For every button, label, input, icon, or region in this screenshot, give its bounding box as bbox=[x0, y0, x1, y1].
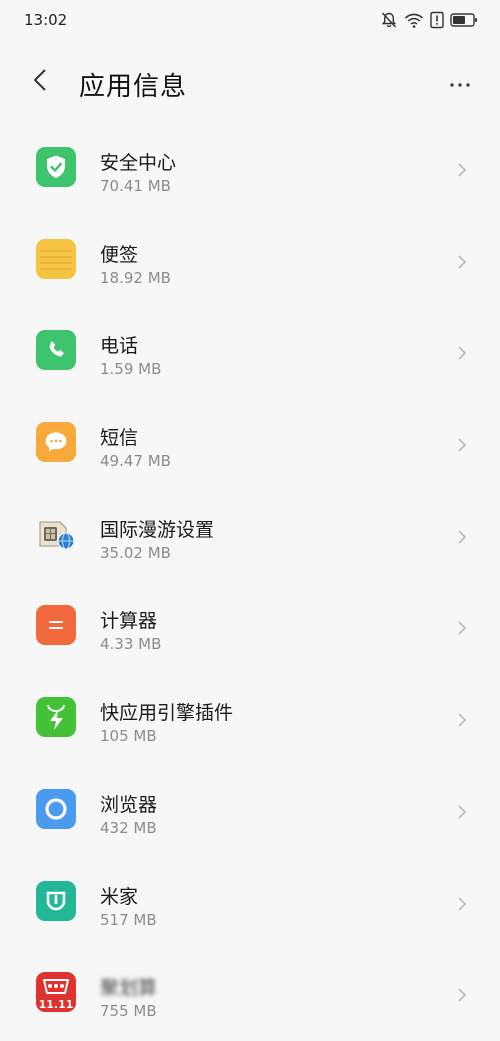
page-title: 应用信息 bbox=[79, 72, 188, 102]
wifi-icon bbox=[404, 11, 424, 29]
mijia-icon bbox=[36, 880, 76, 921]
app-size: 49.47 MB bbox=[100, 452, 171, 471]
more-options-button[interactable] bbox=[442, 64, 478, 100]
app-row-quick-app-engine[interactable]: 快应用引擎插件 105 MB bbox=[0, 674, 500, 766]
app-name: 安全中心 bbox=[100, 152, 177, 174]
app-list: 安全中心 70.41 MB 便签 18.92 MB 电话 1.59 MB 短信 … bbox=[0, 124, 500, 1041]
chevron-left-icon bbox=[33, 68, 47, 96]
back-button[interactable] bbox=[22, 64, 58, 100]
browser-ring-icon bbox=[36, 788, 76, 829]
app-name: 电话 bbox=[100, 335, 139, 358]
roaming-sim-icon bbox=[36, 514, 76, 554]
app-row-messages[interactable]: 短信 49.47 MB bbox=[0, 399, 500, 491]
quick-app-bolt-icon bbox=[36, 697, 76, 738]
app-size: 432 MB bbox=[100, 818, 157, 837]
app-row-juhuasuan[interactable]: 11.11 聚划算 755 MB bbox=[0, 949, 500, 1041]
app-size: 35.02 MB bbox=[100, 543, 171, 562]
app-row-phone[interactable]: 电话 1.59 MB bbox=[0, 307, 500, 399]
battery-icon bbox=[450, 12, 478, 28]
status-time: 13:02 bbox=[24, 11, 68, 29]
phone-icon bbox=[36, 330, 76, 371]
app-size: 18.92 MB bbox=[100, 268, 171, 287]
alert-sim-icon bbox=[430, 11, 444, 29]
app-name: 便签 bbox=[100, 243, 139, 266]
app-size: 105 MB bbox=[100, 727, 157, 746]
chevron-right-icon bbox=[458, 896, 467, 911]
app-name: 国际漫游设置 bbox=[100, 518, 215, 541]
app-size: 70.41 MB bbox=[100, 177, 171, 195]
shield-check-icon bbox=[36, 147, 76, 187]
app-name: 计算器 bbox=[100, 610, 158, 633]
app-row-notes[interactable]: 便签 18.92 MB bbox=[0, 216, 500, 308]
app-row-browser[interactable]: 浏览器 432 MB bbox=[0, 766, 500, 858]
calculator-icon bbox=[36, 605, 76, 646]
app-name: 快应用引擎插件 bbox=[100, 702, 234, 725]
chevron-right-icon bbox=[458, 530, 467, 544]
chevron-right-icon bbox=[458, 255, 467, 269]
app-size: 1.59 MB bbox=[100, 360, 162, 379]
app-row-mijia[interactable]: 米家 517 MB bbox=[0, 858, 500, 950]
app-size: 755 MB bbox=[100, 1002, 157, 1021]
header: 应用信息 bbox=[0, 42, 500, 126]
message-icon bbox=[36, 422, 76, 463]
chevron-right-icon bbox=[458, 805, 467, 819]
bell-off-icon bbox=[380, 11, 398, 29]
status-bar: 13:02 bbox=[0, 0, 500, 42]
chevron-right-icon bbox=[458, 346, 467, 361]
app-name: 短信 bbox=[100, 427, 139, 450]
app-name: 聚划算 bbox=[100, 977, 158, 1000]
app-size: 4.33 MB bbox=[100, 635, 162, 654]
more-dots-icon bbox=[449, 73, 471, 92]
app-row-calculator[interactable]: 计算器 4.33 MB bbox=[0, 582, 500, 674]
notes-icon bbox=[36, 238, 76, 279]
icon-badge-text: 11.11 bbox=[38, 998, 74, 1012]
app-row-security-center[interactable]: 安全中心 70.41 MB bbox=[0, 124, 500, 216]
chevron-right-icon bbox=[458, 621, 467, 636]
app-name: 浏览器 bbox=[100, 793, 158, 816]
chevron-right-icon bbox=[458, 438, 467, 452]
chevron-right-icon bbox=[458, 713, 467, 727]
shopping-11-11-icon: 11.11 bbox=[36, 972, 76, 1013]
chevron-right-icon bbox=[458, 988, 467, 1002]
chevron-right-icon bbox=[458, 163, 467, 177]
app-size: 517 MB bbox=[100, 910, 157, 929]
status-icons bbox=[380, 10, 478, 30]
app-name: 米家 bbox=[100, 885, 139, 908]
app-row-international-roaming[interactable]: 国际漫游设置 35.02 MB bbox=[0, 491, 500, 583]
